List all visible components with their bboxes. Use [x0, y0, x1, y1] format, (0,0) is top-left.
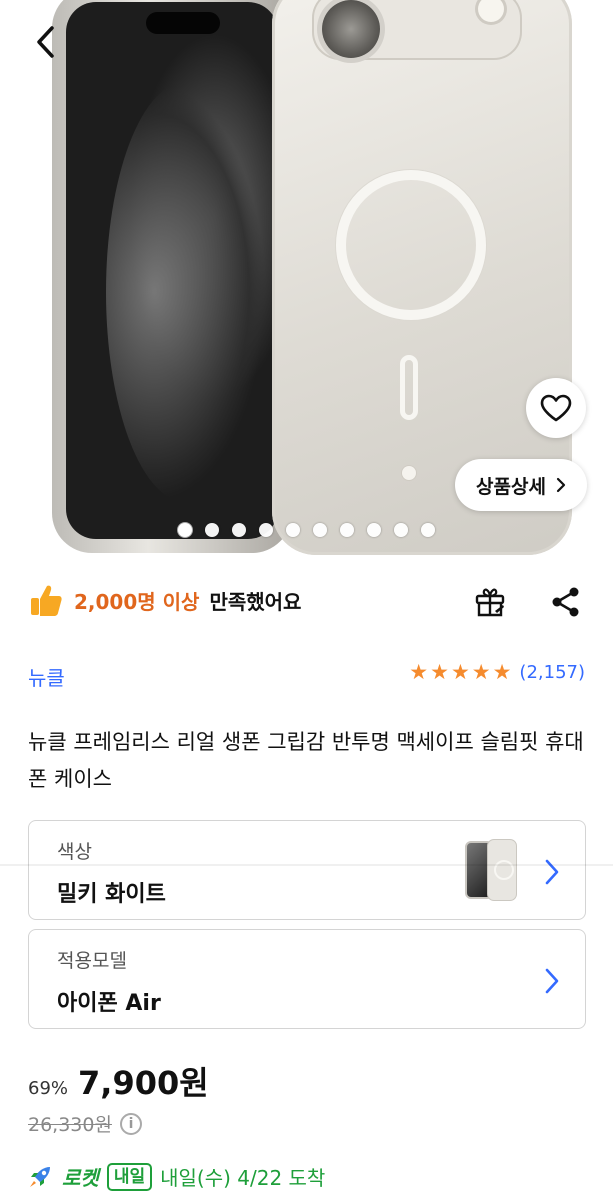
option-label: 색상	[57, 841, 92, 863]
gift-button[interactable]	[470, 582, 510, 622]
review-count: (2,157)	[519, 662, 585, 683]
carousel-dot[interactable]	[313, 523, 327, 537]
option-color-selector[interactable]: 색상 밀키 화이트	[28, 820, 586, 920]
sale-price: 7,900원	[78, 1064, 209, 1102]
option-value: 밀키 화이트	[57, 882, 166, 907]
rocket-label: 로켓	[62, 1166, 99, 1190]
thumbs-up-icon	[31, 585, 62, 616]
delivery-date: 내일(수) 4/22 도착	[160, 1166, 326, 1190]
original-price: 26,330원	[28, 1114, 112, 1136]
delivery-info: 로켓 내일 내일(수) 4/22 도착	[28, 1162, 325, 1191]
info-icon[interactable]: i	[119, 1112, 142, 1135]
satisfaction-count: 2,000명 이상	[74, 589, 200, 614]
chevron-right-icon	[545, 859, 559, 885]
rating-summary[interactable]: ★ ★ ★ ★ ★ (2,157)	[409, 660, 585, 684]
star-icon: ★	[471, 660, 491, 684]
share-button[interactable]	[546, 582, 586, 622]
satisfaction-banner: 2,000명 이상 만족했어요	[28, 578, 301, 622]
overlay-divider	[0, 864, 613, 866]
option-value: 아이폰 Air	[57, 991, 161, 1016]
satisfaction-suffix: 만족했어요	[209, 589, 302, 614]
carousel-dot[interactable]	[178, 523, 192, 537]
chevron-right-icon	[545, 968, 559, 994]
heart-icon	[540, 394, 572, 422]
product-image-phone-front	[52, 0, 292, 553]
option-model-selector[interactable]: 적용모델 아이폰 Air	[28, 929, 586, 1029]
product-title: 뉴클 프레임리스 리얼 생폰 그립감 반투명 맥세이프 슬림핏 휴대폰 케이스	[28, 730, 584, 791]
star-icon: ★	[492, 660, 512, 684]
price-row: 69% 7,900원	[28, 1058, 209, 1104]
option-label: 적용모델	[57, 950, 127, 972]
carousel-indicator	[0, 523, 613, 537]
carousel-dot[interactable]	[259, 523, 273, 537]
carousel-dot[interactable]	[286, 523, 300, 537]
carousel-dot[interactable]	[340, 523, 354, 537]
discount-rate: 69%	[28, 1078, 69, 1099]
back-arrow-icon	[37, 26, 54, 58]
product-detail-button[interactable]: 상품상세	[455, 459, 587, 511]
star-icon: ★	[409, 660, 429, 684]
carousel-dot[interactable]	[232, 523, 246, 537]
rocket-icon	[30, 1166, 50, 1187]
wishlist-button[interactable]	[526, 378, 586, 438]
carousel-dot[interactable]	[367, 523, 381, 537]
gift-icon	[475, 588, 505, 617]
option-thumbnail	[461, 835, 521, 905]
original-price-row: 26,330원 i	[28, 1110, 142, 1137]
back-button[interactable]	[26, 18, 66, 66]
star-icon: ★	[450, 660, 470, 684]
star-icon: ★	[430, 660, 449, 684]
brand-link[interactable]: 뉴클	[28, 662, 65, 691]
carousel-dot[interactable]	[394, 523, 408, 537]
share-icon	[552, 587, 579, 617]
chevron-right-icon	[556, 477, 566, 493]
product-image-carousel[interactable]: 상품상세	[0, 0, 613, 560]
carousel-dot[interactable]	[205, 523, 219, 537]
product-detail-label: 상품상세	[476, 475, 546, 498]
carousel-dot[interactable]	[421, 523, 435, 537]
rocket-badge: 내일	[106, 1162, 153, 1191]
